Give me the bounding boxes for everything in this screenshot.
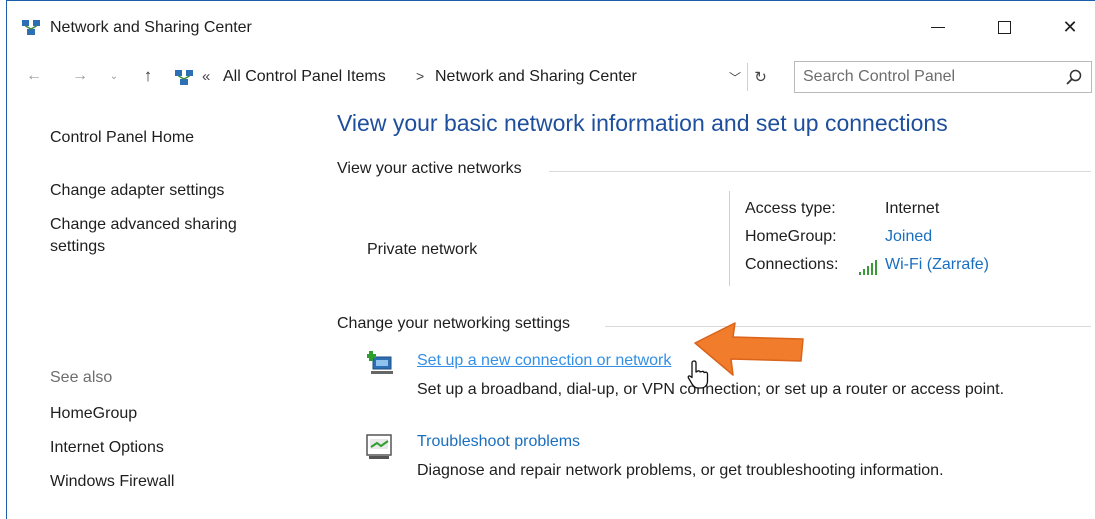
control-panel-home-link[interactable]: Control Panel Home: [50, 127, 194, 149]
maximize-button[interactable]: [981, 9, 1027, 45]
homegroup-link[interactable]: HomeGroup: [50, 403, 137, 425]
wifi-connection-link[interactable]: Wi-Fi (Zarrafe): [885, 256, 989, 274]
troubleshoot-problems-description: Diagnose and repair network problems, or…: [417, 462, 944, 479]
setup-new-connection-link[interactable]: Set up a new connection or network: [417, 352, 671, 370]
back-arrow-icon: ←: [26, 67, 42, 84]
search-icon[interactable]: [1065, 68, 1083, 86]
window-title: Network and Sharing Center: [50, 19, 252, 36]
close-icon: ✕: [1062, 16, 1078, 37]
homegroup-label: HomeGroup:: [745, 228, 837, 245]
network-sharing-center-window: Network and Sharing Center ✕ ← → ⌄ ↑ « A…: [6, 0, 1095, 519]
breadcrumb-all-control-panel-items[interactable]: All Control Panel Items: [223, 68, 386, 86]
troubleshoot-icon: [366, 434, 392, 459]
breadcrumb-network-sharing-center[interactable]: Network and Sharing Center: [435, 68, 637, 86]
wifi-signal-icon: [859, 260, 877, 275]
see-also-label: See also: [50, 369, 113, 386]
up-button[interactable]: ↑: [137, 65, 159, 87]
change-adapter-settings-link[interactable]: Change adapter settings: [50, 180, 224, 202]
search-box[interactable]: [794, 61, 1092, 93]
network-divider: [729, 191, 730, 286]
breadcrumb-separator[interactable]: >: [416, 68, 424, 84]
access-type-label: Access type:: [745, 200, 836, 217]
change-settings-section-label: Change your networking settings: [337, 315, 571, 332]
internet-options-link[interactable]: Internet Options: [50, 437, 164, 459]
section-divider: [605, 326, 1091, 327]
address-dropdown-button[interactable]: ﹀: [725, 66, 745, 88]
change-advanced-sharing-settings-link[interactable]: Change advanced sharing settings: [50, 214, 290, 258]
close-button[interactable]: ✕: [1047, 9, 1093, 45]
chevron-down-icon: ⌄: [109, 70, 119, 82]
windows-firewall-link[interactable]: Windows Firewall: [50, 471, 174, 493]
network-app-icon: [22, 20, 40, 35]
network-name: Private network: [367, 241, 478, 258]
minimize-icon: [931, 26, 945, 28]
network-location-icon: [175, 70, 193, 85]
annotation-arrow: [694, 322, 804, 376]
refresh-icon: ↻: [754, 69, 767, 86]
forward-button[interactable]: →: [69, 65, 91, 87]
hand-cursor-icon: [687, 360, 709, 389]
forward-arrow-icon: →: [72, 67, 88, 84]
back-button[interactable]: ←: [23, 65, 45, 87]
new-connection-icon: [367, 351, 393, 374]
maximize-icon: [997, 20, 1011, 34]
search-input[interactable]: [803, 62, 1053, 92]
recent-locations-button[interactable]: ⌄: [103, 65, 125, 87]
up-arrow-icon: ↑: [143, 66, 153, 85]
connections-label: Connections:: [745, 256, 839, 273]
chevron-down-icon: ﹀: [728, 70, 741, 85]
access-type-value: Internet: [885, 200, 940, 217]
section-divider: [549, 171, 1091, 172]
refresh-button[interactable]: ↻: [747, 63, 773, 91]
homegroup-status-link[interactable]: Joined: [885, 228, 932, 246]
page-heading: View your basic network information and …: [337, 110, 948, 136]
active-networks-section-label: View your active networks: [337, 160, 522, 177]
title-bar: Network and Sharing Center ✕: [7, 1, 1095, 53]
hidden-path-chevron[interactable]: «: [202, 68, 210, 85]
minimize-button[interactable]: [915, 9, 961, 45]
address-bar[interactable]: « All Control Panel Items > Network and …: [167, 62, 777, 92]
troubleshoot-problems-link[interactable]: Troubleshoot problems: [417, 433, 580, 451]
